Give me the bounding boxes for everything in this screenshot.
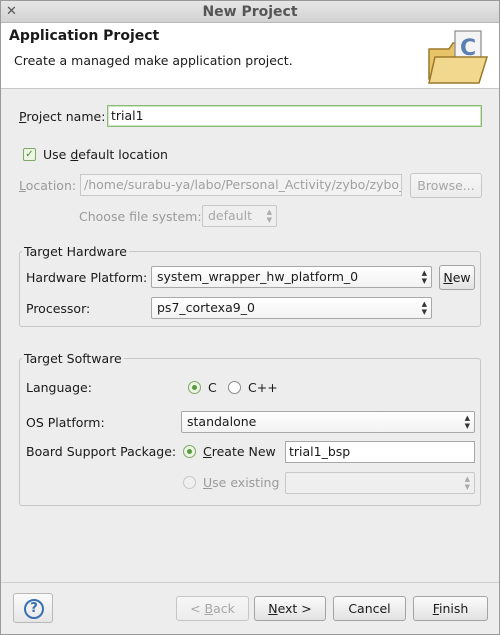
- language-label: Language:: [26, 380, 92, 395]
- project-name-input[interactable]: trial1: [107, 105, 482, 127]
- spinner-arrows-icon: ▲ ▼: [464, 475, 470, 491]
- location-label: Location:: [19, 178, 77, 193]
- file-system-select[interactable]: default ▲ ▼: [202, 205, 277, 227]
- footer-separator: [1, 582, 499, 583]
- project-name-label: Project name:: [19, 109, 106, 124]
- spinner-arrows-icon: ▲ ▼: [421, 300, 427, 316]
- bsp-create-new-radio[interactable]: [183, 445, 196, 458]
- file-system-value: default: [208, 208, 252, 223]
- cancel-button[interactable]: Cancel: [333, 596, 406, 621]
- os-platform-value: standalone: [187, 414, 257, 429]
- bsp-name-input[interactable]: trial1_bsp: [285, 441, 475, 463]
- bsp-use-existing-radio[interactable]: [183, 476, 196, 489]
- bsp-label: Board Support Package:: [26, 444, 177, 459]
- processor-select[interactable]: ps7_cortexa9_0 ▲ ▼: [151, 297, 432, 319]
- new-c-project-folder-icon: C: [428, 30, 489, 84]
- os-platform-label: OS Platform:: [26, 415, 105, 430]
- spinner-arrows-icon: ▲ ▼: [464, 414, 470, 430]
- language-cpp-radio[interactable]: [228, 381, 241, 394]
- hardware-platform-select[interactable]: system_wrapper_hw_platform_0 ▲ ▼: [151, 266, 432, 288]
- page-description: Create a managed make application projec…: [14, 53, 293, 68]
- processor-label: Processor:: [26, 301, 91, 316]
- processor-value: ps7_cortexa9_0: [157, 300, 255, 315]
- use-default-location-checkbox[interactable]: ✓: [23, 148, 36, 161]
- hardware-platform-value: system_wrapper_hw_platform_0: [157, 269, 359, 284]
- language-c-label: C: [208, 380, 217, 395]
- target-software-group-label: Target Software: [22, 351, 124, 366]
- new-project-dialog: ✕ New Project Application Project Create…: [0, 0, 500, 635]
- wizard-header: Application Project Create a managed mak…: [1, 23, 499, 89]
- hardware-platform-label: Hardware Platform:: [26, 270, 148, 285]
- help-button[interactable]: ?: [13, 593, 53, 623]
- finish-button[interactable]: Finish: [413, 596, 488, 621]
- spinner-arrows-icon: ▲ ▼: [266, 208, 272, 224]
- browse-button[interactable]: Browse...: [410, 173, 482, 198]
- bsp-create-new-label: Create New: [203, 444, 276, 459]
- file-system-label: Choose file system:: [79, 209, 202, 224]
- back-button[interactable]: < Back: [176, 596, 249, 621]
- new-hardware-platform-button[interactable]: New: [439, 265, 475, 290]
- page-title: Application Project: [9, 28, 160, 44]
- os-platform-select[interactable]: standalone ▲ ▼: [181, 411, 475, 433]
- spinner-arrows-icon: ▲ ▼: [421, 269, 427, 285]
- bsp-existing-select[interactable]: ▲ ▼: [285, 472, 475, 494]
- next-button[interactable]: Next >: [254, 596, 326, 621]
- help-icon: ?: [24, 599, 44, 619]
- title-bar: ✕ New Project: [1, 1, 499, 23]
- language-cpp-label: C++: [248, 380, 278, 395]
- target-hardware-group-label: Target Hardware: [22, 244, 129, 259]
- location-input[interactable]: /home/surabu-ya/labo/Personal_Activity/z…: [80, 174, 402, 196]
- use-default-location-label: Use default location: [43, 147, 168, 162]
- bsp-use-existing-label: Use existing: [203, 475, 280, 490]
- language-c-radio[interactable]: [188, 381, 201, 394]
- window-title: New Project: [202, 4, 298, 20]
